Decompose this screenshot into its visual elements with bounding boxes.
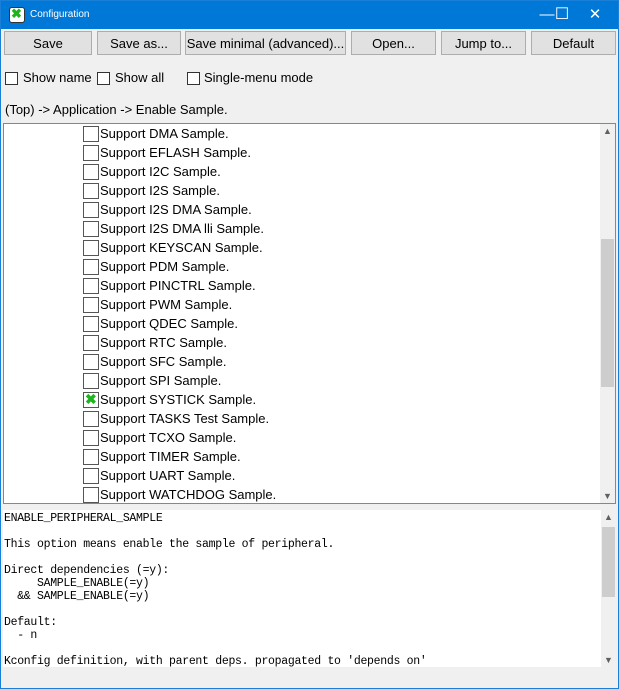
tree-item-label[interactable]: Support I2S DMA Sample.	[100, 202, 252, 217]
tree-item-label[interactable]: Support EFLASH Sample.	[100, 145, 251, 160]
checkbox[interactable]	[83, 373, 99, 389]
tree-item-label[interactable]: Support PDM Sample.	[100, 259, 229, 274]
tree-item-label[interactable]: Support TASKS Test Sample.	[100, 411, 269, 426]
window-title: Configuration	[30, 9, 90, 20]
tree-item-label[interactable]: Support I2C Sample.	[100, 164, 221, 179]
save-as-button[interactable]: Save as...	[97, 31, 181, 55]
default-button[interactable]: Default	[531, 31, 616, 55]
scroll-up-icon[interactable]: ▲	[601, 512, 616, 522]
checkbox[interactable]	[83, 183, 99, 199]
tree-item-label[interactable]: Support TIMER Sample.	[100, 449, 241, 464]
tree-item-label[interactable]: Support WATCHDOG Sample.	[100, 487, 276, 502]
tree-item-label[interactable]: Support QDEC Sample.	[100, 316, 238, 331]
checkbox[interactable]	[83, 411, 99, 427]
breadcrumb: (Top) -> Application -> Enable Sample.	[5, 102, 228, 117]
checkbox[interactable]	[83, 335, 99, 351]
tree-item-label[interactable]: Support UART Sample.	[100, 468, 235, 483]
close-button[interactable]: ✕	[572, 1, 618, 29]
checkbox[interactable]	[83, 259, 99, 275]
show-name-checkbox[interactable]	[5, 72, 18, 85]
checkbox[interactable]	[83, 297, 99, 313]
checkbox[interactable]	[83, 354, 99, 370]
jump-to-button[interactable]: Jump to...	[441, 31, 526, 55]
checkbox[interactable]	[83, 449, 99, 465]
tree-item-label[interactable]: Support TCXO Sample.	[100, 430, 236, 445]
single-menu-label[interactable]: Single-menu mode	[204, 70, 313, 85]
tree-scroll-thumb[interactable]	[601, 239, 614, 387]
tree-item-label[interactable]: Support SYSTICK Sample.	[100, 392, 256, 407]
checkbox[interactable]	[83, 164, 99, 180]
save-button[interactable]: Save	[4, 31, 92, 55]
menu-tree: Support DMA Sample. Support EFLASH Sample…	[3, 123, 616, 504]
tree-scrollbar[interactable]: ▲ ▼	[600, 124, 615, 503]
scroll-down-icon[interactable]: ▼	[600, 491, 615, 501]
checked-checkbox[interactable]	[83, 391, 99, 408]
scroll-down-icon[interactable]: ▼	[601, 655, 616, 665]
tree-item-label[interactable]: Support I2S DMA lli Sample.	[100, 221, 264, 236]
checkbox[interactable]	[83, 221, 99, 237]
tree-item-label[interactable]: Support RTC Sample.	[100, 335, 227, 350]
open-button[interactable]: Open...	[351, 31, 436, 55]
tree-item-label[interactable]: Support KEYSCAN Sample.	[100, 240, 263, 255]
checkbox[interactable]	[83, 468, 99, 484]
checkbox[interactable]	[83, 202, 99, 218]
title-bar: Configuration — ☐ ✕	[1, 1, 618, 29]
show-all-checkbox[interactable]	[97, 72, 110, 85]
show-name-label[interactable]: Show name	[23, 70, 92, 85]
checkbox[interactable]	[83, 278, 99, 294]
tree-item-label[interactable]: Support SFC Sample.	[100, 354, 226, 369]
checkbox[interactable]	[83, 430, 99, 446]
checkbox[interactable]	[83, 126, 99, 142]
save-minimal-button[interactable]: Save minimal (advanced)...	[185, 31, 346, 55]
tree-item-label[interactable]: Support DMA Sample.	[100, 126, 229, 141]
tree-item-label[interactable]: Support PINCTRL Sample.	[100, 278, 256, 293]
configuration-window: Configuration — ☐ ✕ Save Save as... Save…	[0, 0, 619, 689]
app-icon	[9, 6, 25, 23]
help-text: ENABLE_PERIPHERAL_SAMPLE This option mea…	[4, 512, 427, 667]
tree-item-label[interactable]: Support SPI Sample.	[100, 373, 221, 388]
checkbox[interactable]	[83, 145, 99, 161]
help-text-panel: ENABLE_PERIPHERAL_SAMPLE This option mea…	[3, 510, 616, 667]
single-menu-checkbox[interactable]	[187, 72, 200, 85]
help-scroll-thumb[interactable]	[602, 527, 615, 597]
checkbox[interactable]	[83, 487, 99, 503]
checkbox[interactable]	[83, 316, 99, 332]
tree-item-label[interactable]: Support PWM Sample.	[100, 297, 232, 312]
tree-item-label[interactable]: Support I2S Sample.	[100, 183, 220, 198]
scroll-up-icon[interactable]: ▲	[600, 126, 615, 136]
checkbox[interactable]	[83, 240, 99, 256]
show-all-label[interactable]: Show all	[115, 70, 164, 85]
help-scrollbar[interactable]: ▲ ▼	[601, 510, 616, 667]
